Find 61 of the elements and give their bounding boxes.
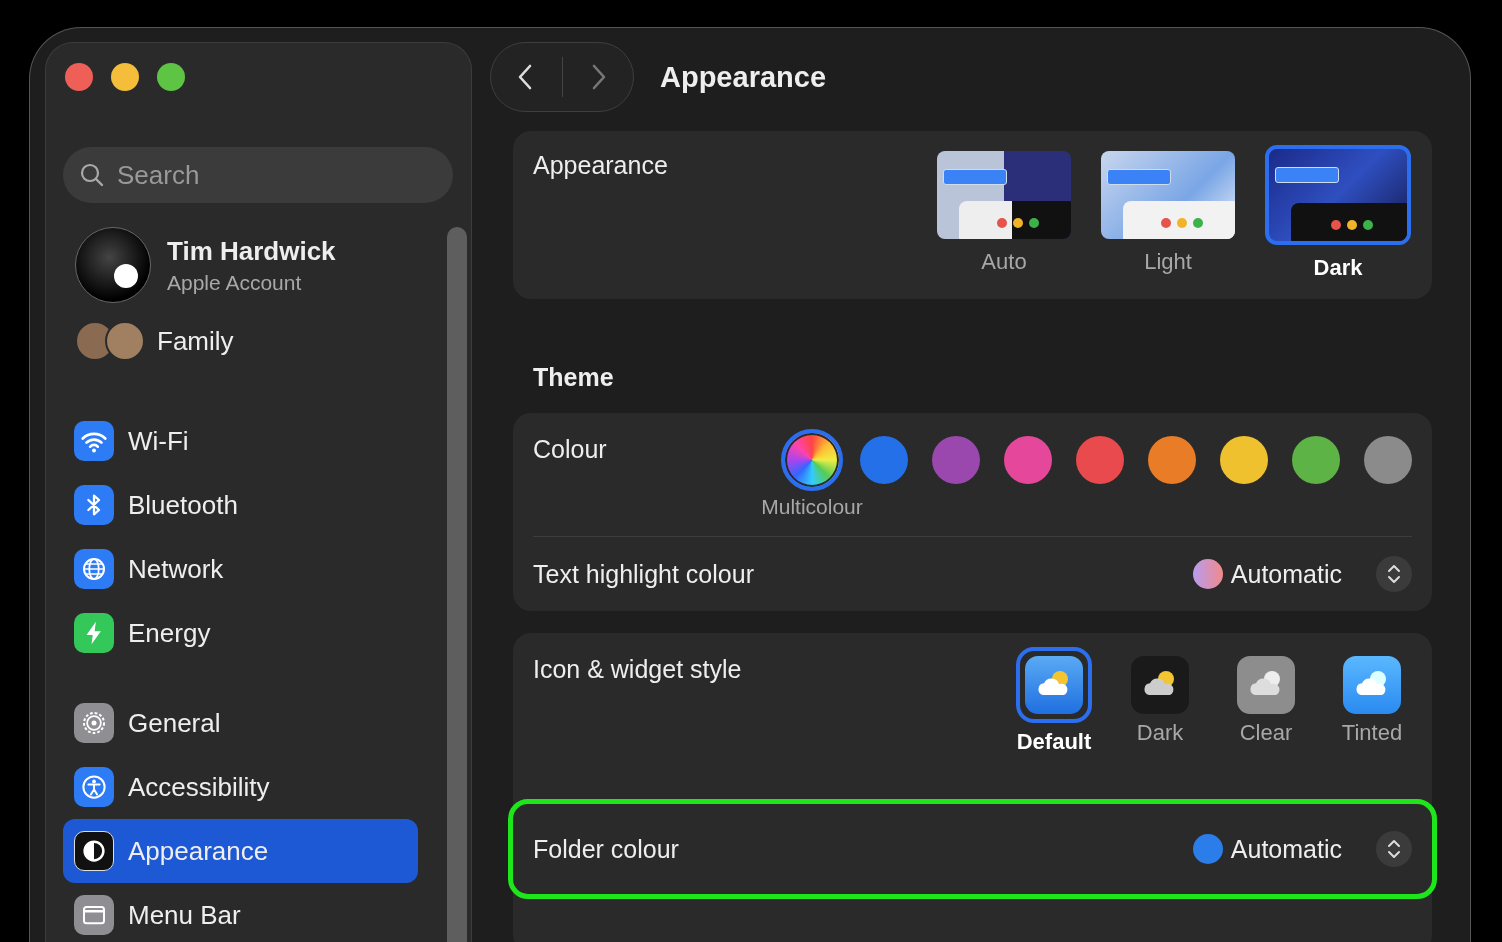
option-label: Clear bbox=[1239, 720, 1293, 746]
colour-swatch[interactable] bbox=[1076, 436, 1124, 484]
page-title: Appearance bbox=[660, 60, 826, 94]
sidebar-item[interactable]: Wi-Fi bbox=[63, 409, 418, 473]
sidebar-item[interactable]: General bbox=[63, 691, 418, 755]
account-subtitle: Apple Account bbox=[167, 270, 303, 295]
sidebar-item[interactable]: Bluetooth bbox=[63, 473, 418, 537]
lightning-bolt-icon bbox=[74, 613, 114, 653]
popup-value[interactable]: Automatic bbox=[1230, 559, 1342, 589]
window-icon bbox=[74, 895, 114, 935]
bluetooth-icon bbox=[74, 485, 114, 525]
gear-icon bbox=[74, 703, 114, 743]
wifi-icon bbox=[74, 421, 114, 461]
weather-widget-icon[interactable] bbox=[1343, 656, 1401, 714]
colour-swatch[interactable] bbox=[860, 436, 908, 484]
sidebar-item[interactable]: Menu Bar bbox=[63, 883, 418, 942]
option-label: Light bbox=[1144, 249, 1192, 275]
account-name: Tim Hardwick bbox=[167, 235, 336, 267]
option-label: Dark bbox=[1136, 720, 1184, 746]
dark-mode-thumbnail[interactable] bbox=[1265, 145, 1411, 245]
popup-stepper-button[interactable] bbox=[1376, 556, 1412, 592]
option-label: Auto bbox=[981, 249, 1027, 275]
setting-label: Colour bbox=[533, 435, 607, 465]
option-label: Tinted bbox=[1341, 720, 1403, 746]
weather-widget-icon[interactable] bbox=[1237, 656, 1295, 714]
search-field[interactable]: Search bbox=[63, 147, 453, 203]
colour-swatch[interactable] bbox=[1004, 436, 1052, 484]
up-down-chevron-icon bbox=[1386, 562, 1402, 586]
colour-swatch[interactable] bbox=[1220, 436, 1268, 484]
close-button[interactable] bbox=[65, 63, 93, 91]
setting-label: Appearance bbox=[533, 151, 668, 181]
zoom-button[interactable] bbox=[157, 63, 185, 91]
family-label[interactable]: Family bbox=[157, 325, 234, 357]
accessibility-icon bbox=[74, 767, 114, 807]
swatch-name: Multicolour bbox=[761, 495, 863, 519]
colour-swatch[interactable] bbox=[932, 436, 980, 484]
sidebar-item[interactable]: Appearance bbox=[63, 819, 418, 883]
up-down-chevron-icon bbox=[1386, 837, 1402, 861]
sidebar-item[interactable]: Accessibility bbox=[63, 755, 418, 819]
weather-widget-icon[interactable] bbox=[1016, 647, 1092, 723]
globe-icon bbox=[74, 549, 114, 589]
sidebar-item[interactable]: Network bbox=[63, 537, 418, 601]
colour-swatch[interactable] bbox=[1148, 436, 1196, 484]
scrollbar-thumb[interactable] bbox=[447, 227, 467, 942]
option-label: Dark bbox=[1313, 255, 1363, 281]
colour-dot bbox=[1192, 559, 1223, 589]
light-mode-thumbnail[interactable] bbox=[1101, 151, 1235, 239]
setting-label: Folder colour bbox=[533, 834, 679, 864]
minimize-button[interactable] bbox=[111, 63, 139, 91]
setting-label: Icon & widget style bbox=[533, 655, 742, 685]
popup-value[interactable]: Automatic bbox=[1230, 834, 1342, 864]
popup-stepper-button[interactable] bbox=[1376, 831, 1412, 867]
sidebar-item[interactable]: Energy bbox=[63, 601, 418, 665]
section-heading: Theme bbox=[533, 363, 615, 392]
search-icon bbox=[79, 162, 105, 188]
colour-swatch[interactable] bbox=[1292, 436, 1340, 484]
weather-widget-icon[interactable] bbox=[1131, 656, 1189, 714]
colour-swatch[interactable] bbox=[1364, 436, 1412, 484]
setting-label: Text highlight colour bbox=[533, 559, 754, 589]
auto-mode-thumbnail[interactable] bbox=[937, 151, 1071, 239]
option-label: Default bbox=[1016, 729, 1092, 755]
